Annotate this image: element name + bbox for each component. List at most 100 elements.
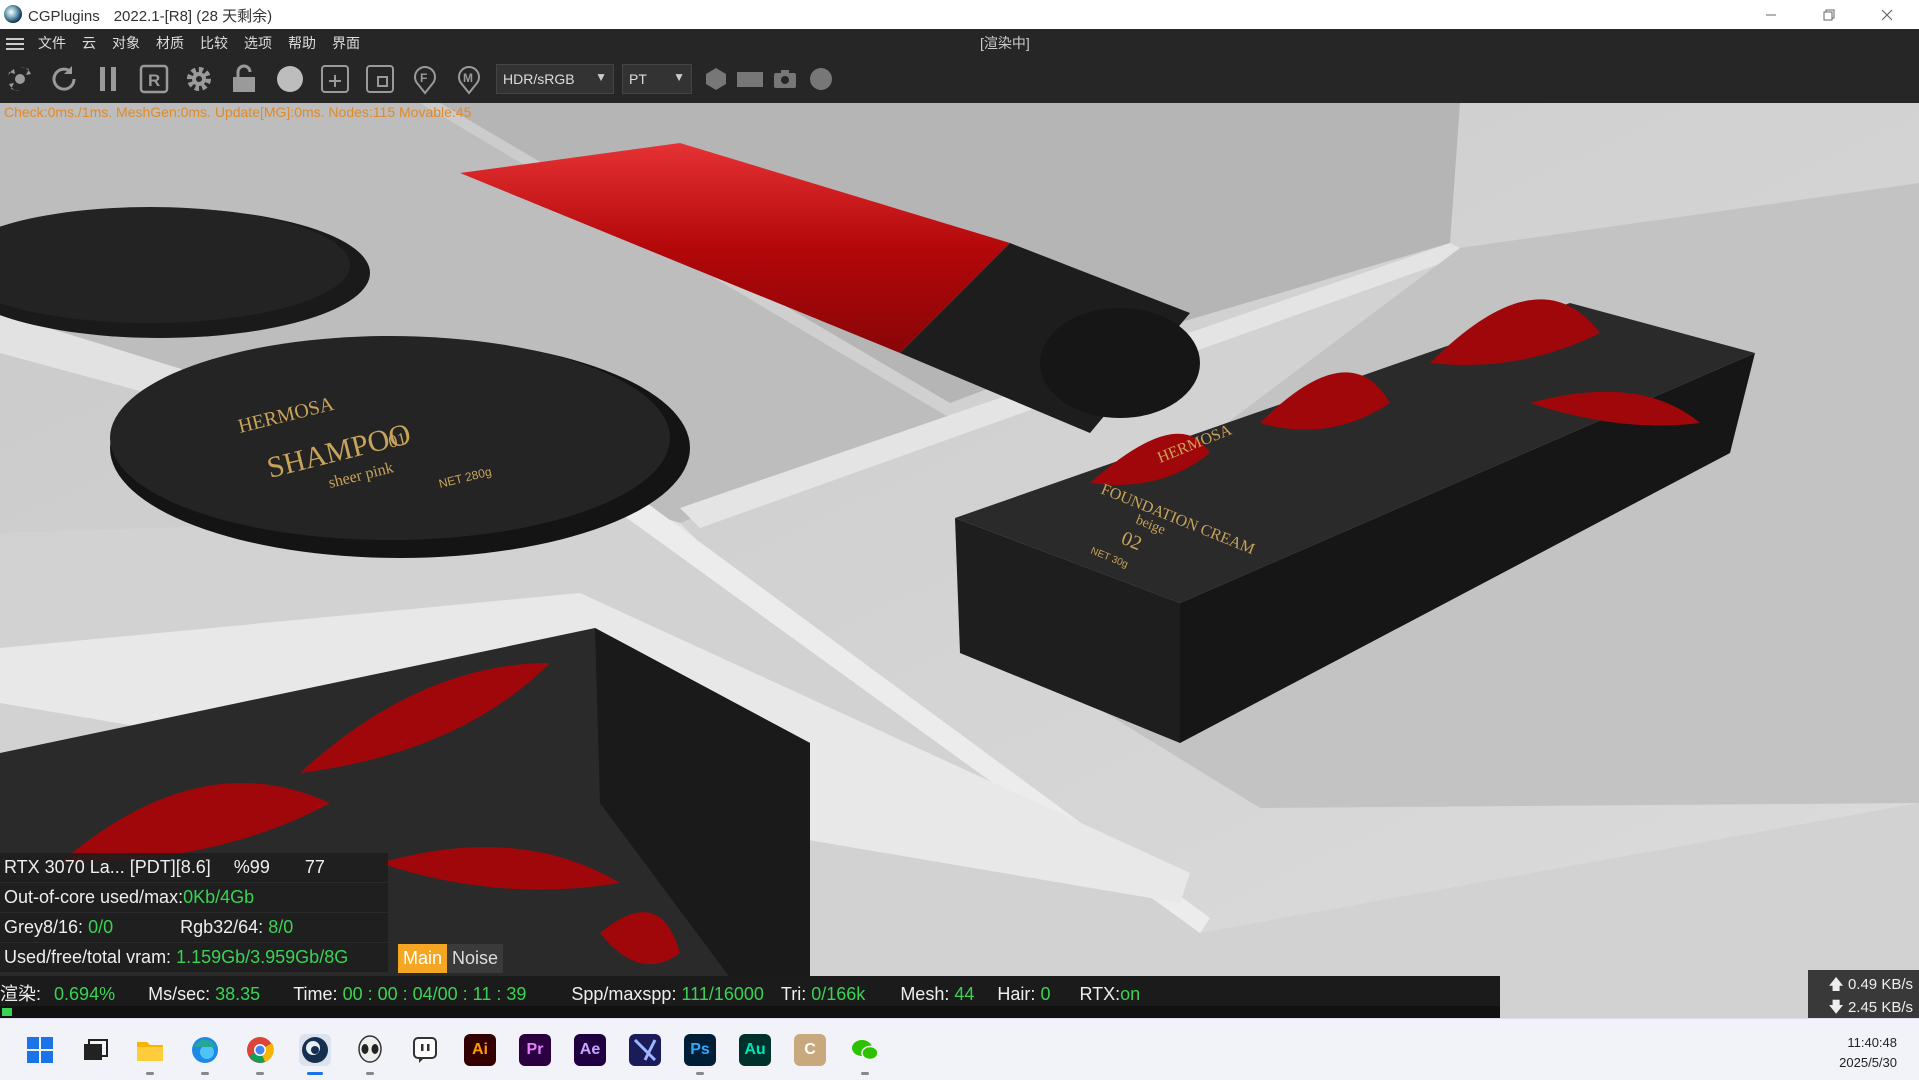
mesh-value: 44: [954, 984, 975, 1004]
start-icon[interactable]: [24, 1034, 56, 1066]
after-effects-label: Ae: [579, 1041, 601, 1058]
texture-count-row: Grey8/16: 0/0 Rgb32/64: 8/0: [0, 913, 388, 942]
vram-value: 1.159Gb/3.959Gb/8G: [176, 947, 349, 967]
grey-label: Grey8/16:: [4, 917, 84, 937]
task-view-icon[interactable]: [79, 1034, 111, 1066]
menu-file[interactable]: 文件: [38, 33, 66, 53]
render-progress-bar: [0, 1006, 1500, 1018]
color-mode-value: HDR/sRGB: [503, 71, 575, 87]
after-effects-icon[interactable]: Ae: [574, 1034, 606, 1066]
menu-help[interactable]: 帮助: [288, 33, 316, 53]
out-of-core-row: Out-of-core used/max:0Kb/4Gb: [0, 883, 388, 912]
kernel-value: PT: [629, 71, 647, 87]
render-stats-bar: 渲染: 0.694% Ms/sec: 38.35 Time: 00 : 00 :…: [0, 976, 1500, 1006]
render-status: [渲染中]: [980, 35, 1030, 51]
svg-text:F: F: [420, 71, 427, 85]
grey-value: 0/0: [88, 917, 114, 937]
hair-label: Hair:: [997, 984, 1036, 1004]
alien-app-icon[interactable]: [354, 1034, 386, 1075]
material-pick-icon[interactable]: M: [451, 61, 487, 97]
vram-label: Used/free/total vram:: [4, 947, 172, 967]
rgb-value: 8/0: [268, 917, 294, 937]
audition-label: Au: [744, 1041, 766, 1058]
render-info-line: Check:0ms./1ms. MeshGen:0ms. Update[MG]:…: [4, 104, 472, 120]
camera-icon[interactable]: [767, 61, 803, 97]
photoshop-label: Ps: [690, 1041, 710, 1058]
menu-interface[interactable]: 界面: [332, 33, 360, 53]
mesh-label: Mesh:: [900, 984, 950, 1004]
rectangle-icon[interactable]: [732, 61, 768, 97]
menu-bar: 文件 云 对象 材质 比较 选项 帮助 界面 [渲染中]: [0, 29, 1919, 55]
chrome-icon[interactable]: [244, 1034, 276, 1075]
gpu-info-row: RTX 3070 La... [PDT][8.6] %99 77: [0, 853, 388, 882]
file-explorer-icon[interactable]: [134, 1034, 166, 1075]
title-bar: CGPlugins 2022.1-[R8] (28 天剩余): [0, 0, 1919, 29]
focus-pick-icon[interactable]: F: [407, 61, 443, 97]
menu-object[interactable]: 对象: [112, 33, 140, 53]
running-indicator: [201, 1072, 209, 1075]
tri-value: 0/166k: [811, 984, 866, 1004]
c-app-icon[interactable]: C: [794, 1034, 826, 1066]
chevron-down-icon: ▼: [673, 70, 685, 84]
tab-main[interactable]: Main: [398, 944, 448, 973]
color-mode-select[interactable]: HDR/sRGB ▼: [496, 64, 614, 94]
spp-label: Spp/maxspp:: [571, 984, 677, 1004]
twitch-icon[interactable]: [409, 1034, 441, 1066]
add-box-icon[interactable]: [317, 61, 353, 97]
network-monitor: 🡅 0.49 KB/s 🡇 2.45 KB/s: [1808, 970, 1919, 1018]
minimize-button[interactable]: [1742, 0, 1800, 29]
region-icon[interactable]: R: [136, 61, 172, 97]
close-button[interactable]: [1858, 0, 1916, 29]
close-icon: [1881, 9, 1893, 20]
vram-row: Used/free/total vram: 1.159Gb/3.959Gb/8G: [0, 943, 388, 972]
illustrator-icon[interactable]: Ai: [464, 1034, 496, 1066]
ooc-label: Out-of-core used/max:: [4, 887, 184, 907]
wechat-icon[interactable]: [849, 1034, 881, 1075]
photoshop-icon[interactable]: Ps: [684, 1034, 716, 1075]
refresh-icon[interactable]: [46, 61, 82, 97]
lock-icon[interactable]: [226, 61, 262, 97]
gpu-utilization: %99: [233, 857, 270, 877]
ooc-value: 0Kb/4Gb: [183, 887, 255, 907]
svg-text:R: R: [148, 71, 160, 90]
rtx-value: on: [1120, 984, 1141, 1004]
ms-value: 38.35: [215, 984, 261, 1004]
running-indicator: [256, 1072, 264, 1075]
edge-icon[interactable]: [189, 1034, 221, 1075]
hamburger-menu-icon[interactable]: [6, 35, 24, 53]
hair-value: 0: [1040, 984, 1051, 1004]
time-label: Time:: [293, 984, 338, 1004]
reset-render-icon[interactable]: [2, 61, 38, 97]
menu-options[interactable]: 选项: [244, 33, 272, 53]
pause-icon[interactable]: [90, 61, 126, 97]
rtx-label: RTX:: [1079, 984, 1121, 1004]
kernel-select[interactable]: PT ▼: [622, 64, 692, 94]
restore-button[interactable]: [1800, 0, 1858, 29]
app-version: 2022.1-[R8] (28 天剩余): [113, 8, 273, 25]
menu-cloud[interactable]: 云: [82, 33, 96, 53]
frame-icon[interactable]: [362, 61, 398, 97]
window-title: CGPlugins 2022.1-[R8] (28 天剩余): [28, 5, 272, 26]
running-indicator: [366, 1072, 374, 1075]
view-tabs: Main Noise: [398, 944, 504, 973]
tab-noise[interactable]: Noise: [447, 944, 504, 973]
time-value: 00 : 00 : 04/00 : 11 : 39: [342, 984, 527, 1004]
premiere-icon[interactable]: Pr: [519, 1034, 551, 1066]
system-clock[interactable]: 11:40:48 2025/5/30: [1839, 1033, 1897, 1073]
download-speed: 2.45 KB/s: [1847, 999, 1913, 1016]
vegas-icon[interactable]: [629, 1034, 661, 1066]
render-percent: 0.694%: [54, 984, 116, 1004]
settings-icon[interactable]: [181, 61, 217, 97]
menu-compare[interactable]: 比较: [200, 33, 228, 53]
audition-icon[interactable]: Au: [739, 1034, 771, 1066]
cinema4d-icon[interactable]: [299, 1034, 331, 1075]
arrow-up-icon: 🡅: [1828, 976, 1848, 993]
hexagon-icon[interactable]: [698, 61, 734, 97]
gpu-name: RTX 3070 La... [PDT][8.6]: [4, 857, 211, 877]
material-ball-icon[interactable]: [272, 61, 308, 97]
clock-time: 11:40:48: [1847, 1035, 1897, 1050]
svg-text:M: M: [463, 71, 473, 85]
circle-icon[interactable]: [803, 61, 839, 97]
menu-material[interactable]: 材质: [156, 33, 184, 53]
render-label: 渲染:: [0, 984, 42, 1004]
